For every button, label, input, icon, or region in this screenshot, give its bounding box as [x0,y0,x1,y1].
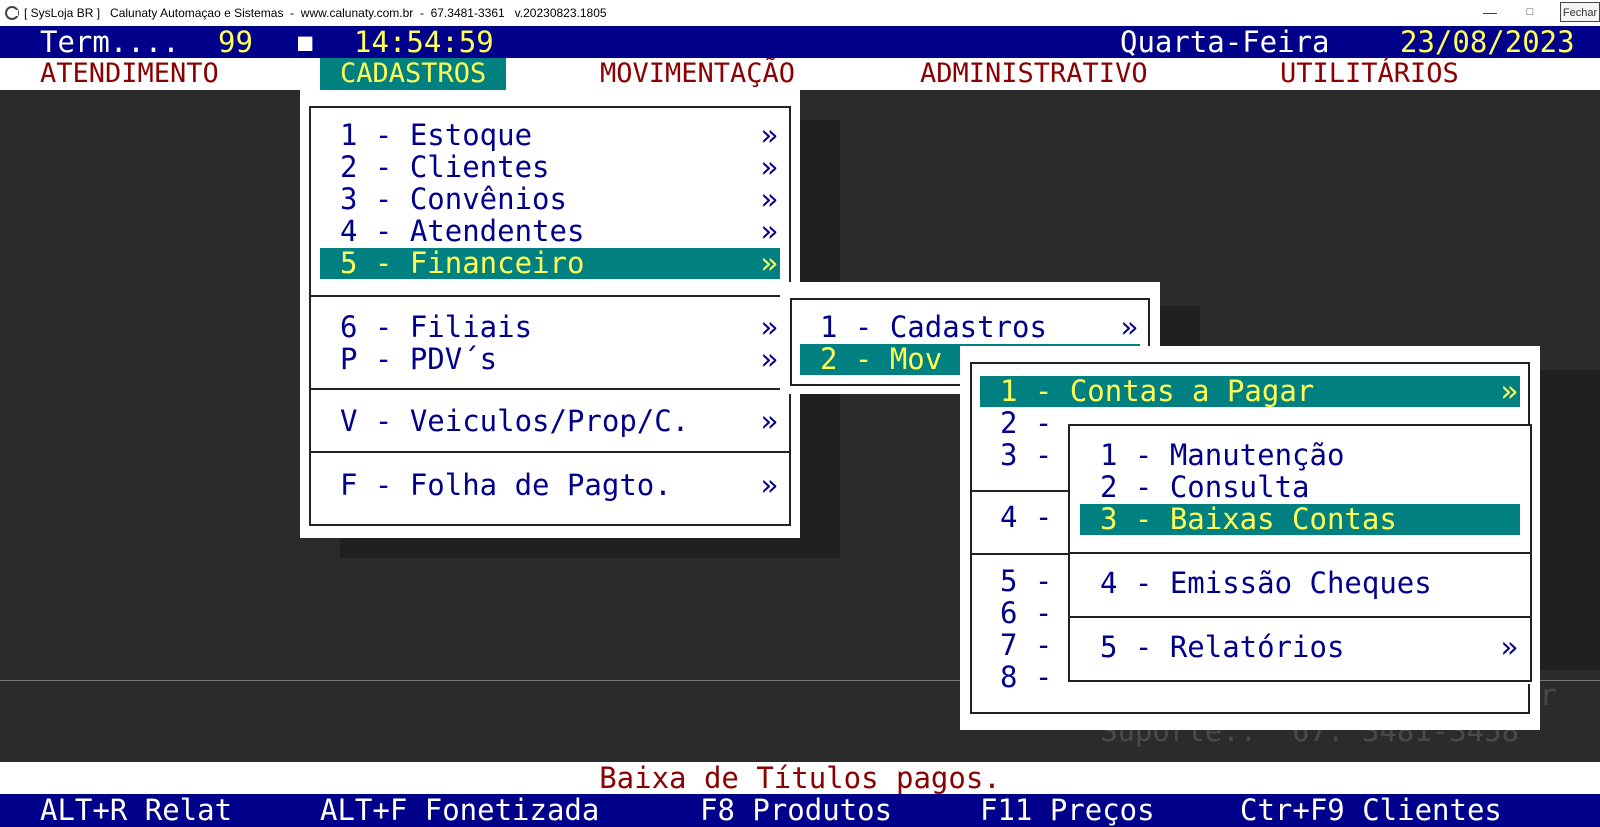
submenu-arrow-icon: » [1500,630,1518,664]
submenu-arrow-icon: » [760,342,778,376]
fkey-precos[interactable]: F11 Preços [980,794,1155,827]
menu-atendimento[interactable]: ATENDIMENTO [40,58,219,90]
window-title: [ SysLoja BR ] Calunaty Automaçao e Sist… [24,6,607,20]
app-icon [5,6,19,20]
menu-item-mov-8[interactable]: 8 - [980,662,1080,693]
date: 23/08/2023 [1400,25,1575,59]
menu-item-pdvs[interactable]: P - PDV´s » [320,344,780,375]
submenu-arrow-icon: » [760,214,778,248]
menu-item-manutencao[interactable]: 1 - Manutenção [1080,440,1520,471]
menu-item-consulta[interactable]: 2 - Consulta [1080,472,1520,503]
menu-item-mov-2[interactable]: 2 - [980,408,1080,439]
function-key-bar: ALT+R Relat ALT+F Fonetizada F8 Produtos… [0,794,1600,827]
menu-item-mov-5[interactable]: 5 - [980,566,1080,597]
submenu-arrow-icon: » [760,118,778,152]
menu-item-contas-pagar[interactable]: 1 - Contas a Pagar » [980,376,1520,407]
fkey-fonetizada[interactable]: ALT+F Fonetizada [320,794,599,827]
status-bar: Term.... 99 ■ 14:54:59 Quarta-Feira 23/0… [0,26,1600,58]
menu-item-fin-cadastros[interactable]: 1 - Cadastros » [800,312,1140,343]
indicator-icon: ■ [298,28,313,56]
fkey-clientes[interactable]: Ctr+F9 Clientes [1240,794,1502,827]
menu-item-financeiro[interactable]: 5 - Financeiro » [320,248,780,279]
menu-item-baixas-contas[interactable]: 3 - Baixas Contas [1080,504,1520,535]
menu-shadow [1540,370,1600,670]
menu-cadastros[interactable]: CADASTROS [320,58,507,90]
submenu-arrow-icon: » [760,150,778,184]
term-number: 99 [218,25,253,59]
menu-movimentacao[interactable]: MOVIMENTAÇÃO [600,58,795,90]
window-title-bar: [ SysLoja BR ] Calunaty Automaçao e Sist… [0,0,1600,27]
menu-item-filiais[interactable]: 6 - Filiais » [320,312,780,343]
menu-item-mov-4[interactable]: 4 - [980,502,1080,533]
weekday: Quarta-Feira [1120,25,1330,59]
menu-item-folha-pagto[interactable]: F - Folha de Pagto. » [320,470,780,501]
clock-time: 14:54:59 [354,25,494,59]
contas-pagar-menu: 1 - Manutenção 2 - Consulta 3 - Baixas C… [1068,424,1536,684]
submenu-arrow-icon: » [760,310,778,344]
menu-item-mov-3[interactable]: 3 - [980,440,1080,471]
close-button[interactable]: Fechar [1560,2,1600,22]
maximize-button[interactable]: □ [1522,2,1538,22]
help-line: Baixa de Títulos pagos. [0,762,1600,794]
submenu-arrow-icon: » [1120,310,1138,344]
menu-item-estoque[interactable]: 1 - Estoque » [320,120,780,151]
menu-item-clientes[interactable]: 2 - Clientes » [320,152,780,183]
menu-item-mov-6[interactable]: 6 - [980,598,1080,629]
main-menu-bar: ATENDIMENTO CADASTROS MOVIMENTAÇÃO ADMIN… [0,58,1600,90]
fkey-relat[interactable]: ALT+R Relat [40,794,232,827]
cadastros-menu: 1 - Estoque » 2 - Clientes » 3 - Convêni… [300,90,800,538]
submenu-arrow-icon: » [760,246,778,280]
menu-item-atendentes[interactable]: 4 - Atendentes » [320,216,780,247]
menu-item-emissao-cheques[interactable]: 4 - Emissão Cheques [1080,568,1520,599]
menu-item-mov-7[interactable]: 7 - [980,630,1080,661]
menu-utilitarios[interactable]: UTILITÁRIOS [1280,58,1459,90]
submenu-arrow-icon: » [1500,374,1518,408]
menu-item-convenios[interactable]: 3 - Convênios » [320,184,780,215]
menu-administrativo[interactable]: ADMINISTRATIVO [920,58,1148,90]
minimize-button[interactable]: — [1478,2,1502,22]
submenu-arrow-icon: » [760,404,778,438]
submenu-arrow-icon: » [760,468,778,502]
submenu-arrow-icon: » [760,182,778,216]
fkey-produtos[interactable]: F8 Produtos [700,794,892,827]
menu-item-relatorios[interactable]: 5 - Relatórios » [1080,632,1520,663]
term-label: Term.... [40,25,180,59]
menu-item-veiculos[interactable]: V - Veiculos/Prop/C. » [320,406,780,437]
